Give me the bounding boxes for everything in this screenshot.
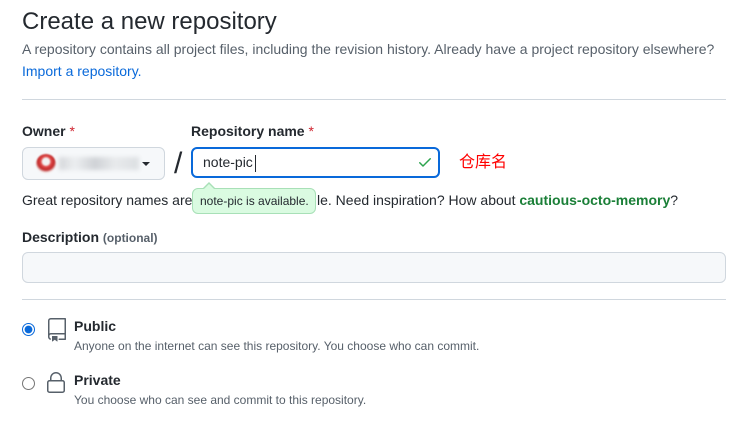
repository-name-label: Repository name * — [191, 121, 314, 141]
name-hint-start: Great repository names are — [22, 192, 193, 208]
owner-dropdown[interactable] — [22, 147, 165, 180]
public-radio[interactable] — [22, 323, 35, 336]
divider — [22, 299, 726, 300]
owner-repo-separator: / — [174, 147, 183, 180]
private-radio[interactable] — [22, 377, 35, 390]
description-input[interactable] — [22, 252, 726, 283]
availability-tooltip: note-pic is available. — [192, 182, 316, 214]
name-hint-text: le. Need inspiration? How about — [317, 192, 520, 208]
avatar — [36, 154, 56, 174]
owner-name-redacted — [59, 157, 139, 170]
required-mark: * — [308, 123, 314, 139]
visibility-option-private[interactable]: Private You choose who can see and commi… — [22, 370, 482, 410]
divider — [22, 99, 726, 100]
name-suggestion-link[interactable]: cautious-octo-memory — [519, 192, 670, 208]
repository-name-value: note-pic — [203, 154, 253, 170]
check-icon — [419, 158, 431, 167]
required-mark: * — [69, 123, 75, 139]
triangle-down-icon — [142, 162, 150, 166]
public-description: Anyone on the internet can see this repo… — [74, 339, 480, 353]
description-label-text: Description — [22, 229, 100, 245]
import-repository-link[interactable]: Import a repository. — [22, 61, 142, 81]
repository-name-input[interactable]: note-pic — [191, 147, 440, 178]
public-label: Public — [74, 318, 117, 334]
visibility-option-public[interactable]: Public Anyone on the internet can see th… — [22, 316, 482, 356]
repo-icon — [45, 318, 69, 342]
private-description: You choose who can see and commit to thi… — [74, 393, 367, 407]
private-label: Private — [74, 372, 121, 388]
name-hint-end: ? — [670, 192, 679, 208]
create-repository-page: Create a new repository A repository con… — [0, 0, 755, 422]
owner-label-text: Owner — [22, 123, 66, 139]
text-cursor — [254, 154, 256, 172]
description-label: Description (optional) — [22, 227, 158, 248]
page-subtitle: A repository contains all project files,… — [22, 41, 715, 57]
repository-name-label-text: Repository name — [191, 123, 305, 139]
owner-label: Owner * — [22, 121, 75, 141]
lock-icon — [44, 371, 68, 395]
page-title: Create a new repository — [22, 8, 277, 35]
name-hint-rest: le. Need inspiration? How about cautious… — [317, 190, 678, 210]
optional-note: (optional) — [102, 231, 158, 245]
repository-name-annotation: 仓库名 — [459, 152, 508, 171]
